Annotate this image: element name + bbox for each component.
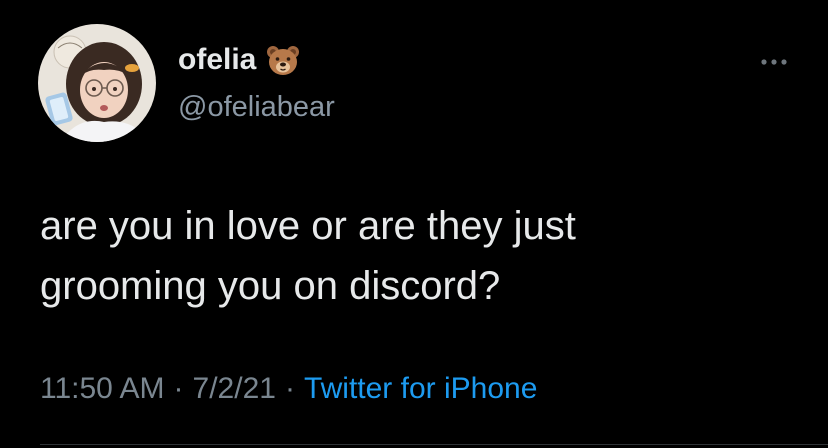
- more-dots-icon[interactable]: [758, 50, 790, 72]
- separator-dot: ·: [173, 372, 184, 405]
- avatar[interactable]: [38, 24, 156, 142]
- display-name[interactable]: ofelia: [178, 42, 256, 78]
- tweet-card: ofelia @ofeliabear are you in love or ar…: [0, 0, 828, 448]
- tweet-time[interactable]: 11:50 AM: [40, 370, 165, 408]
- bear-face-emoji-icon: [267, 46, 300, 75]
- user-handle[interactable]: @ofeliabear: [178, 90, 335, 124]
- avatar-image: [38, 24, 156, 142]
- display-name-row[interactable]: ofelia: [178, 42, 300, 78]
- separator-dot: ·: [284, 372, 295, 405]
- tweet-date[interactable]: 7/2/21: [193, 370, 276, 408]
- tweet-metadata: 11:50 AM · 7/2/21 · Twitter for iPhone: [40, 370, 537, 408]
- tweet-source-link[interactable]: Twitter for iPhone: [304, 370, 537, 408]
- tweet-text: are you in love or are they just groomin…: [40, 204, 576, 308]
- divider: [40, 444, 828, 445]
